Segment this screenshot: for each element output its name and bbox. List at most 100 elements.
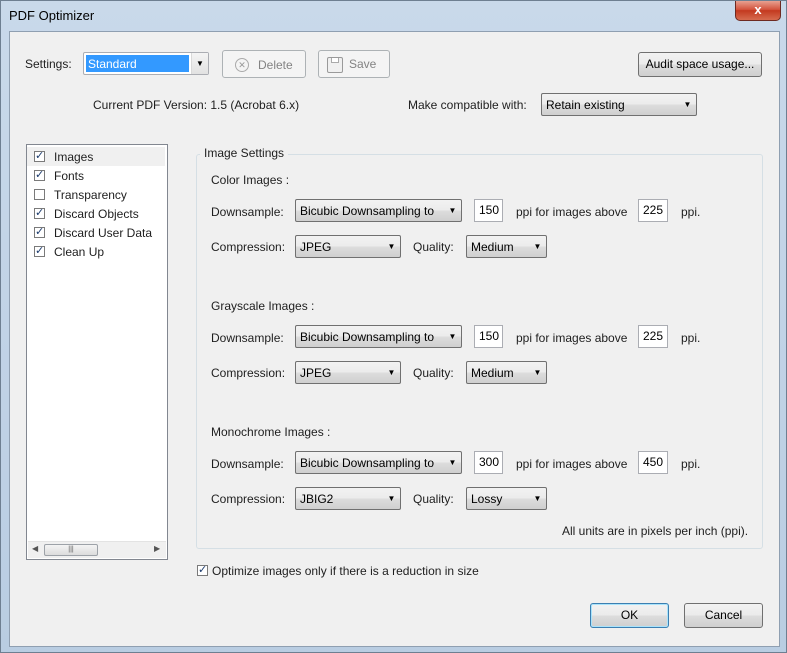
make-compatible-value: Retain existing <box>546 98 625 112</box>
monochrome-downsample-label: Downsample: <box>211 457 284 471</box>
fonts-checkbox[interactable]: ✓ <box>34 170 45 181</box>
color-quality-dropdown[interactable]: Medium ▼ <box>466 235 547 258</box>
chevron-down-icon: ▼ <box>387 368 396 377</box>
color-downsample-label: Downsample: <box>211 205 284 219</box>
monochrome-compression-value: JBIG2 <box>300 492 334 506</box>
list-item-discard-user-data[interactable]: ✓ Discard User Data <box>27 223 165 242</box>
color-quality-label: Quality: <box>413 240 454 254</box>
chevron-down-icon: ▼ <box>683 100 692 109</box>
grayscale-images-heading: Grayscale Images : <box>211 299 315 313</box>
make-compatible-label: Make compatible with: <box>408 98 527 112</box>
grayscale-downsample-dropdown[interactable]: Bicubic Downsampling to ▼ <box>295 325 462 348</box>
units-note: All units are in pixels per inch (ppi). <box>562 524 749 538</box>
color-above-ppi-input[interactable]: 225 <box>638 199 668 222</box>
monochrome-images-heading: Monochrome Images : <box>211 425 331 439</box>
grayscale-compression-label: Compression: <box>211 366 286 380</box>
monochrome-compression-label: Compression: <box>211 492 286 506</box>
optimizer-panel-list: ✓ Images ✓ Fonts Transparency ✓ Discard … <box>26 144 168 560</box>
monochrome-above-label: ppi for images above <box>516 457 628 471</box>
scroll-thumb[interactable]: ||| <box>44 544 98 556</box>
monochrome-ppi-suffix: ppi. <box>681 457 701 471</box>
list-item-fonts[interactable]: ✓ Fonts <box>27 166 165 185</box>
monochrome-ppi-input[interactable]: 300 <box>474 451 503 474</box>
list-item-label: Images <box>54 150 94 164</box>
monochrome-quality-dropdown[interactable]: Lossy ▼ <box>466 487 547 510</box>
monochrome-above-ppi-input[interactable]: 450 <box>638 451 668 474</box>
chevron-down-icon: ▼ <box>533 242 542 251</box>
monochrome-quality-label: Quality: <box>413 492 454 506</box>
grayscale-compression-dropdown[interactable]: JPEG ▼ <box>295 361 401 384</box>
grayscale-quality-label: Quality: <box>413 366 454 380</box>
color-ppi-input[interactable]: 150 <box>474 199 503 222</box>
chevron-down-icon: ▼ <box>448 458 457 467</box>
monochrome-downsample-dropdown[interactable]: Bicubic Downsampling to ▼ <box>295 451 462 474</box>
list-item-label: Fonts <box>54 169 85 183</box>
image-settings-title: Image Settings <box>200 146 289 160</box>
color-compression-value: JPEG <box>300 240 332 254</box>
monochrome-quality-value: Lossy <box>471 492 503 506</box>
list-item-label: Clean Up <box>54 245 105 259</box>
chevron-down-icon: ▼ <box>448 206 457 215</box>
dialog-body: Settings: Standard ▼ ✕ Delete Save Audit… <box>9 31 780 647</box>
settings-label: Settings: <box>25 57 72 71</box>
scroll-left-icon[interactable]: ◀ <box>32 544 38 553</box>
audit-space-usage-button[interactable]: Audit space usage... <box>638 52 762 77</box>
chevron-down-icon: ▼ <box>448 332 457 341</box>
window-title: PDF Optimizer <box>9 8 95 23</box>
list-item-label: Discard Objects <box>54 207 139 221</box>
close-icon: x <box>754 2 762 17</box>
title-bar[interactable]: PDF Optimizer x <box>1 1 786 31</box>
chevron-down-icon: ▼ <box>533 494 542 503</box>
color-ppi-suffix: ppi. <box>681 205 701 219</box>
delete-icon: ✕ <box>235 58 249 72</box>
list-item-transparency[interactable]: Transparency <box>27 185 165 204</box>
color-images-heading: Color Images : <box>211 173 290 187</box>
grayscale-downsample-value: Bicubic Downsampling to <box>300 330 435 344</box>
grayscale-quality-dropdown[interactable]: Medium ▼ <box>466 361 547 384</box>
list-item-clean-up[interactable]: ✓ Clean Up <box>27 242 165 261</box>
make-compatible-dropdown[interactable]: Retain existing ▼ <box>541 93 697 116</box>
discard-objects-checkbox[interactable]: ✓ <box>34 208 45 219</box>
scroll-right-icon[interactable]: ▶ <box>154 544 160 553</box>
list-item-images[interactable]: ✓ Images <box>27 147 165 166</box>
settings-dropdown[interactable]: Standard ▼ <box>83 52 209 75</box>
grayscale-quality-value: Medium <box>471 366 514 380</box>
color-downsample-dropdown[interactable]: Bicubic Downsampling to ▼ <box>295 199 462 222</box>
color-compression-label: Compression: <box>211 240 286 254</box>
delete-button[interactable]: ✕ Delete <box>222 50 306 78</box>
horizontal-scrollbar[interactable]: ◀ ||| ▶ <box>28 541 166 558</box>
chevron-down-icon: ▼ <box>191 53 208 74</box>
clean-up-checkbox[interactable]: ✓ <box>34 246 45 257</box>
grayscale-ppi-input[interactable]: 150 <box>474 325 503 348</box>
monochrome-compression-dropdown[interactable]: JBIG2 ▼ <box>295 487 401 510</box>
current-pdf-version: Current PDF Version: 1.5 (Acrobat 6.x) <box>93 98 300 112</box>
color-downsample-value: Bicubic Downsampling to <box>300 204 435 218</box>
chevron-down-icon: ▼ <box>387 242 396 251</box>
grayscale-above-ppi-input[interactable]: 225 <box>638 325 668 348</box>
chevron-down-icon: ▼ <box>387 494 396 503</box>
list-item-label: Transparency <box>54 188 127 202</box>
color-compression-dropdown[interactable]: JPEG ▼ <box>295 235 401 258</box>
list-item-discard-objects[interactable]: ✓ Discard Objects <box>27 204 165 223</box>
chevron-down-icon: ▼ <box>533 368 542 377</box>
pdf-optimizer-window: PDF Optimizer x Settings: Standard ▼ ✕ D… <box>0 0 787 653</box>
save-label: Save <box>349 57 377 71</box>
grayscale-ppi-suffix: ppi. <box>681 331 701 345</box>
images-checkbox[interactable]: ✓ <box>34 151 45 162</box>
color-quality-value: Medium <box>471 240 514 254</box>
floppy-disk-icon <box>327 57 343 73</box>
delete-label: Delete <box>258 58 293 72</box>
optimize-images-checkbox[interactable]: ✓ <box>197 565 208 576</box>
ok-button[interactable]: OK <box>590 603 669 628</box>
discard-user-data-checkbox[interactable]: ✓ <box>34 227 45 238</box>
save-button[interactable]: Save <box>318 50 390 78</box>
close-button[interactable]: x <box>735 1 781 21</box>
grayscale-above-label: ppi for images above <box>516 331 628 345</box>
grayscale-downsample-label: Downsample: <box>211 331 284 345</box>
settings-value: Standard <box>88 57 137 71</box>
cancel-button[interactable]: Cancel <box>684 603 763 628</box>
grayscale-compression-value: JPEG <box>300 366 332 380</box>
optimize-images-label: Optimize images only if there is a reduc… <box>212 564 479 578</box>
transparency-checkbox[interactable] <box>34 189 45 200</box>
color-above-label: ppi for images above <box>516 205 628 219</box>
